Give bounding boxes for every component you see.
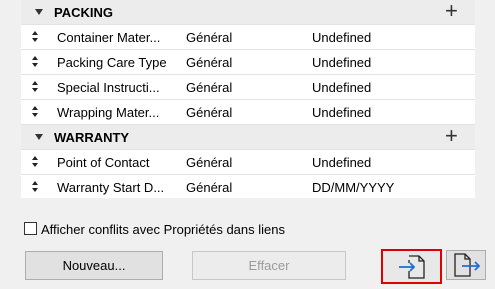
sort-arrows-icon[interactable]: [31, 155, 41, 169]
collapse-triangle-icon[interactable]: [35, 134, 43, 140]
collapse-triangle-icon[interactable]: [35, 9, 43, 15]
sort-arrows-icon[interactable]: [31, 105, 41, 119]
property-group: Général: [186, 30, 233, 45]
property-group: Général: [186, 180, 233, 195]
show-conflicts-checkbox[interactable]: [24, 222, 37, 235]
show-conflicts-label: Afficher conflits avec Propriétés dans l…: [41, 222, 285, 237]
property-group: Général: [186, 80, 233, 95]
sort-arrows-icon[interactable]: [31, 80, 41, 94]
import-icon: [399, 255, 425, 279]
list-item[interactable]: Container Mater... Général Undefined: [21, 25, 475, 50]
property-group: Général: [186, 105, 233, 120]
section-header-packing[interactable]: PACKING +: [21, 0, 475, 25]
section-header-warranty[interactable]: WARRANTY +: [21, 124, 475, 150]
property-value[interactable]: DD/MM/YYYY: [312, 180, 394, 195]
list-item[interactable]: Packing Care Type Général Undefined: [21, 50, 475, 75]
delete-button[interactable]: Effacer: [192, 251, 346, 280]
section-title: WARRANTY: [54, 130, 130, 145]
property-name: Point of Contact: [57, 155, 150, 170]
add-plus-icon[interactable]: +: [445, 124, 458, 148]
list-item[interactable]: Wrapping Mater... Général Undefined: [21, 100, 475, 125]
property-group: Général: [186, 155, 233, 170]
list-item[interactable]: Special Instructi... Général Undefined: [21, 75, 475, 100]
new-button[interactable]: Nouveau...: [25, 251, 163, 280]
properties-list: PACKING + Container Mater... Général Und…: [21, 0, 475, 198]
property-value[interactable]: Undefined: [312, 105, 371, 120]
property-value[interactable]: Undefined: [312, 80, 371, 95]
property-name: Wrapping Mater...: [57, 105, 160, 120]
export-button[interactable]: [446, 250, 486, 280]
property-value[interactable]: Undefined: [312, 55, 371, 70]
list-item[interactable]: Point of Contact Général Undefined: [21, 150, 475, 175]
property-name: Special Instructi...: [57, 80, 160, 95]
sort-arrows-icon[interactable]: [31, 30, 41, 44]
scrollbar[interactable]: [475, 0, 495, 210]
add-plus-icon[interactable]: +: [445, 0, 458, 23]
property-group: Général: [186, 55, 233, 70]
property-name: Warranty Start D...: [57, 180, 165, 195]
export-icon: [454, 253, 481, 277]
section-title: PACKING: [54, 5, 113, 20]
sort-arrows-icon[interactable]: [31, 55, 41, 69]
sort-arrows-icon[interactable]: [31, 180, 41, 194]
property-value[interactable]: Undefined: [312, 30, 371, 45]
property-value[interactable]: Undefined: [312, 155, 371, 170]
property-name: Container Mater...: [57, 30, 161, 45]
import-button[interactable]: [381, 249, 442, 284]
property-name: Packing Care Type: [57, 55, 167, 70]
list-item[interactable]: Warranty Start D... Général DD/MM/YYYY: [21, 175, 475, 200]
